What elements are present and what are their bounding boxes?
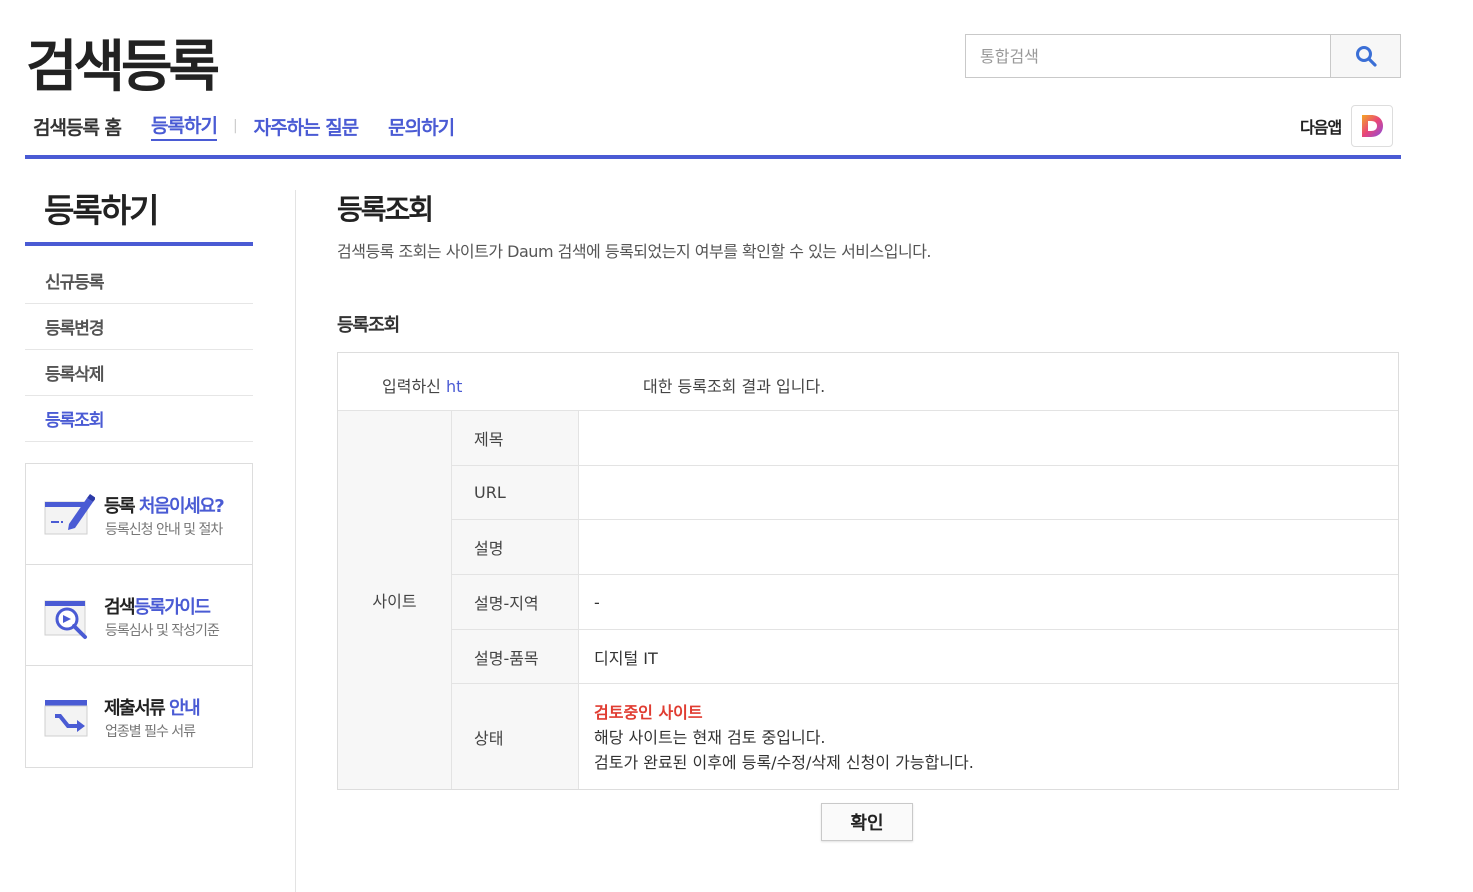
search-input[interactable]	[966, 35, 1331, 77]
sidebar-item-change-registration[interactable]: 등록변경	[25, 304, 253, 350]
search-box	[965, 34, 1401, 78]
banner-title-pre: 등록	[104, 496, 139, 517]
page-description: 검색등록 조회는 사이트가 Daum 검색에 등록되었는지 여부를 확인할 수 …	[337, 242, 932, 261]
search-icon	[1355, 46, 1377, 67]
row-label: 상태	[452, 684, 579, 789]
banner-title-pre: 제출서류	[104, 698, 170, 719]
daum-app-link[interactable]: 다음앱	[1300, 105, 1394, 147]
banner-title-highlight: 안내	[169, 698, 201, 719]
search-button[interactable]	[1330, 35, 1400, 77]
site-logo[interactable]: 검색등록	[26, 22, 220, 103]
banner-first-time[interactable]: 등록 처음이세요? 등록신청 안내 및 절차	[26, 464, 252, 565]
row-label: 설명-품목	[452, 630, 579, 683]
document-arrow-icon	[44, 700, 88, 737]
table-row-url: URL	[452, 466, 1398, 520]
main-nav: 검색등록 홈 등록하기 | 자주하는 질문 문의하기	[33, 110, 484, 142]
section-title: 등록조회	[337, 315, 400, 336]
banner-title-pre: 검색	[104, 597, 136, 618]
sidebar-banners: 등록 처음이세요? 등록신청 안내 및 절차 검색등록가이드 등록심사 및 작성…	[25, 463, 253, 768]
table-row-title: 제목	[452, 411, 1398, 466]
sidebar-menu: 신규등록 등록변경 등록삭제 등록조회	[25, 258, 253, 442]
sidebar-title: 등록하기	[44, 191, 159, 230]
banner-subtitle: 등록심사 및 작성기준	[105, 623, 220, 639]
status-block: 검토중인 사이트 해당 사이트는 현재 검토 중입니다. 검토가 완료된 이후에…	[594, 700, 974, 775]
pencil-document-icon	[44, 494, 95, 535]
result-intro-url: ht	[445, 377, 463, 396]
result-intro-pre: 입력하신	[382, 377, 446, 396]
status-badge: 검토중인 사이트	[594, 703, 703, 722]
nav-register[interactable]: 등록하기	[151, 111, 218, 141]
confirm-button[interactable]: 확인	[821, 803, 913, 841]
row-value: 디지털 IT	[594, 648, 658, 668]
result-intro-post: 대한 등록조회 결과 입니다.	[643, 377, 826, 396]
table-row-status: 상태 검토중인 사이트 해당 사이트는 현재 검토 중입니다. 검토가 완료된 …	[452, 684, 1398, 789]
row-label: 설명-지역	[452, 575, 579, 629]
magnifier-guide-icon	[44, 600, 87, 639]
group-label-site: 사이트	[338, 411, 452, 789]
nav-faq[interactable]: 자주하는 질문	[254, 113, 359, 140]
nav-inquiry[interactable]: 문의하기	[388, 113, 455, 140]
table-row-description-region: 설명-지역 -	[452, 575, 1398, 630]
daum-app-icon	[1351, 105, 1394, 147]
row-label: 설명	[452, 520, 579, 574]
nav-separator: |	[232, 118, 238, 134]
result-table: 입력하신 ht 대한 등록조회 결과 입니다. 사이트 제목 URL 설명 설명…	[337, 352, 1399, 790]
result-header: 입력하신 ht 대한 등록조회 결과 입니다.	[338, 353, 1398, 411]
banner-search-guide[interactable]: 검색등록가이드 등록심사 및 작성기준	[26, 565, 252, 666]
page-title: 등록조회	[337, 193, 434, 226]
table-row-description: 설명	[452, 520, 1398, 575]
banner-subtitle: 등록신청 안내 및 절차	[105, 522, 223, 538]
banner-title: 검색등록가이드	[104, 593, 211, 619]
header-divider	[25, 155, 1401, 159]
sidebar-item-lookup-registration[interactable]: 등록조회	[25, 396, 253, 442]
banner-title-highlight: 등록가이드	[134, 597, 211, 618]
row-label: URL	[452, 466, 579, 519]
table-row-description-category: 설명-품목 디지털 IT	[452, 630, 1398, 684]
result-intro: 입력하신 ht	[382, 373, 462, 397]
nav-home[interactable]: 검색등록 홈	[33, 113, 122, 140]
banner-subtitle: 업종별 필수 서류	[105, 724, 196, 740]
banner-title: 등록 처음이세요?	[104, 492, 225, 518]
sidebar-item-delete-registration[interactable]: 등록삭제	[25, 350, 253, 396]
sidebar-divider	[25, 242, 253, 246]
banner-title-highlight: 처음이세요?	[138, 496, 225, 517]
status-line: 해당 사이트는 현재 검토 중입니다.	[594, 728, 826, 747]
daum-app-label: 다음앱	[1300, 118, 1342, 137]
status-line: 검토가 완료된 이후에 등록/수정/삭제 신청이 가능합니다.	[594, 753, 974, 772]
banner-documents[interactable]: 제출서류 안내 업종별 필수 서류	[26, 666, 252, 767]
banner-title: 제출서류 안내	[104, 694, 201, 720]
row-label: 제목	[452, 411, 579, 465]
sidebar-item-new-registration[interactable]: 신규등록	[25, 258, 253, 304]
column-divider	[295, 190, 296, 892]
row-value: -	[594, 592, 600, 612]
